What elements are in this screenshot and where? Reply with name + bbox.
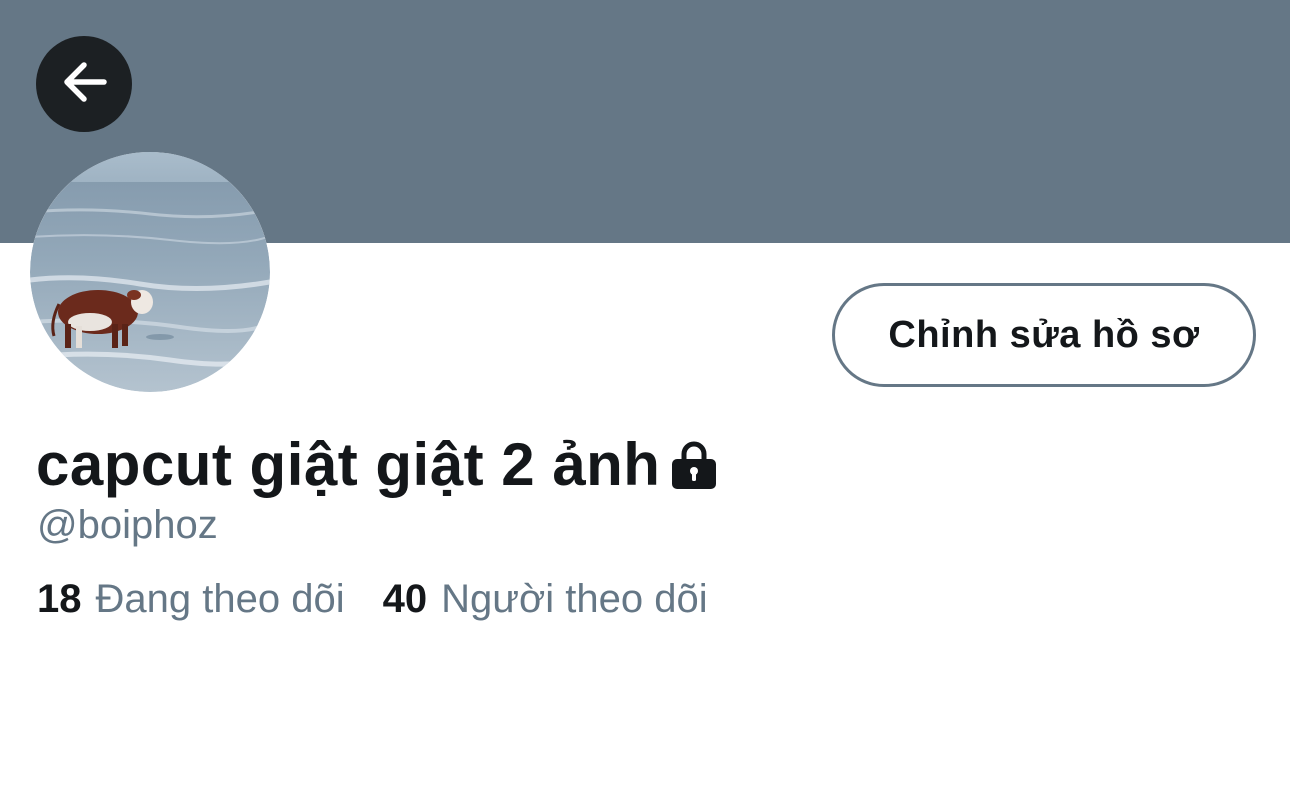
edit-profile-label: Chỉnh sửa hồ sơ bbox=[888, 313, 1200, 356]
name-row: capcut giật giật 2 ảnh bbox=[36, 428, 718, 500]
followers-stat[interactable]: 40 Người theo dõi bbox=[383, 577, 708, 622]
back-button[interactable] bbox=[36, 36, 132, 132]
avatar[interactable] bbox=[30, 152, 270, 392]
profile-page: Chỉnh sửa hồ sơ capcut giật giật 2 ảnh @… bbox=[0, 0, 1290, 795]
following-label: Đang theo dõi bbox=[95, 577, 345, 621]
arrow-left-icon bbox=[58, 56, 110, 113]
edit-profile-button[interactable]: Chỉnh sửa hồ sơ bbox=[832, 283, 1256, 387]
followers-label: Người theo dõi bbox=[441, 577, 708, 621]
profile-stats: 18 Đang theo dõi 40 Người theo dõi bbox=[37, 577, 708, 622]
avatar-image bbox=[30, 152, 270, 392]
display-name: capcut giật giật 2 ảnh bbox=[36, 430, 661, 498]
following-stat[interactable]: 18 Đang theo dõi bbox=[37, 577, 345, 622]
lock-icon bbox=[670, 440, 718, 492]
followers-count: 40 bbox=[382, 577, 428, 621]
user-handle: @boiphoz bbox=[37, 503, 218, 547]
following-count: 18 bbox=[37, 577, 82, 621]
